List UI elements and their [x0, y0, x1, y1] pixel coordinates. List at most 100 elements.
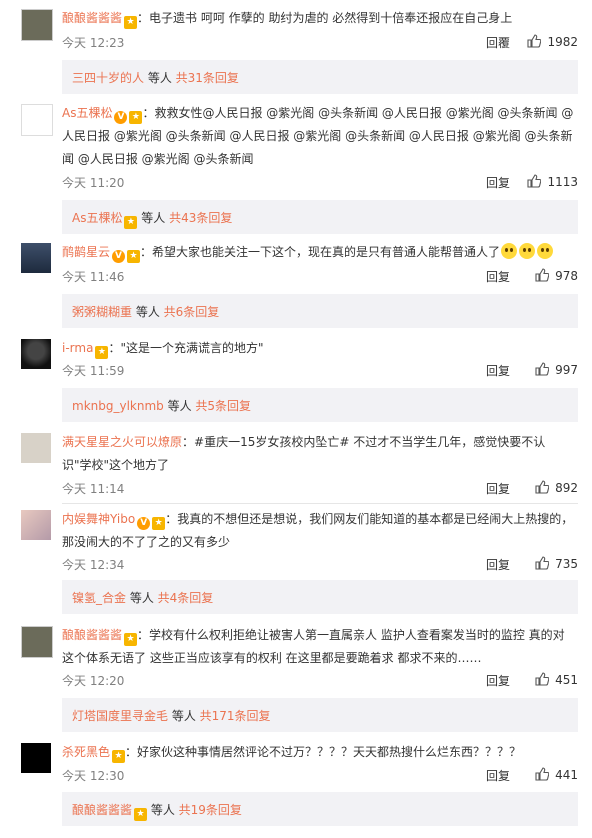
- sub-reply-username[interactable]: 粥粥糊糊重: [72, 305, 132, 319]
- comment-time: 今天 11:20: [62, 176, 125, 190]
- like-button[interactable]: 735: [535, 556, 578, 571]
- member-badge-icon: ★: [127, 250, 141, 263]
- like-count: 1982: [547, 35, 578, 49]
- username-link[interactable]: 鸸鹋星云: [62, 245, 110, 259]
- sub-reply-username[interactable]: 酿酿酱酱酱: [72, 803, 132, 817]
- sub-reply-others: 等人: [137, 211, 170, 225]
- thumbs-up-icon: [535, 767, 550, 781]
- member-badge-icon: ★: [124, 16, 138, 29]
- thumbs-up-icon: [535, 362, 550, 376]
- crying-emoji-icon: [501, 243, 518, 259]
- thumbs-up-icon: [535, 268, 550, 282]
- thumbs-up-icon: [527, 34, 542, 48]
- member-badge-icon: ★: [134, 808, 148, 821]
- sub-reply-count-link[interactable]: 共5条回复: [195, 399, 251, 413]
- like-button[interactable]: 892: [535, 480, 578, 495]
- comment-body: ：电子遗书 呵呵 作孽的 助纣为虐的 必然得到十倍奉还报应在自己身上: [137, 11, 513, 25]
- sub-replies-summary[interactable]: 灯塔国度里寻金毛 等人 共171条回复: [62, 698, 578, 732]
- avatar[interactable]: [21, 104, 53, 136]
- sub-reply-others: 等人: [144, 71, 176, 85]
- comment-text: 内娱舞神Yibo V ★ ：我真的不想但还是想说，我们网友们能知道的基本都是已经闹大上…: [62, 508, 574, 554]
- reply-button[interactable]: 回复: [486, 268, 510, 285]
- reply-button[interactable]: 回覆: [486, 34, 510, 51]
- verified-badge-icon: V: [137, 517, 151, 530]
- sub-reply-count-link[interactable]: 共171条回复: [200, 709, 271, 723]
- sub-replies-summary[interactable]: mknbg_ylknmb 等人 共5条回复: [62, 388, 578, 422]
- sub-replies-summary[interactable]: 镍氢_合金 等人 共4条回复: [62, 580, 578, 614]
- sub-reply-username[interactable]: 镍氢_合金: [72, 591, 126, 605]
- reply-button[interactable]: 回复: [486, 174, 510, 191]
- thumbs-up-icon: [535, 480, 550, 494]
- like-count: 978: [555, 269, 578, 283]
- comment-text: i-rma ★ ："这是一个充满谎言的地方": [62, 337, 574, 360]
- sub-reply-count-link[interactable]: 共31条回复: [176, 71, 239, 85]
- comment-text: 酿酿酱酱酱 ★ ：电子遗书 呵呵 作孽的 助纣为虐的 必然得到十倍奉还报应在自己身上: [62, 7, 574, 30]
- comment-body: ：好家伙这种事情居然评论不过万？？？？天天都热搜什么烂东西？？？？: [125, 745, 522, 759]
- avatar[interactable]: [21, 510, 51, 540]
- comment-text: 杀死黑色 ★ ：好家伙这种事情居然评论不过万？？？？天天都热搜什么烂东西？？？？: [62, 741, 574, 764]
- username-link[interactable]: i-rma: [62, 341, 93, 355]
- sub-reply-username[interactable]: 灯塔国度里寻金毛: [72, 709, 168, 723]
- comment-time: 今天 12:23: [62, 36, 125, 50]
- thumbs-up-icon: [535, 672, 550, 686]
- comment-time: 今天 11:14: [62, 482, 125, 496]
- username-link[interactable]: As五棵松: [62, 106, 112, 120]
- like-count: 441: [555, 768, 578, 782]
- avatar[interactable]: [21, 433, 51, 463]
- like-count: 735: [555, 557, 578, 571]
- sub-reply-others: 等人: [168, 709, 200, 723]
- avatar[interactable]: [21, 243, 51, 273]
- sub-replies-summary[interactable]: 酿酿酱酱酱 ★ 等人 共19条回复: [62, 792, 578, 826]
- reply-button[interactable]: 回复: [486, 767, 510, 784]
- divider: [62, 503, 578, 504]
- avatar[interactable]: [21, 339, 51, 369]
- avatar[interactable]: [21, 743, 51, 773]
- member-badge-icon: ★: [124, 216, 138, 229]
- verified-badge-icon: V: [112, 250, 126, 263]
- sub-reply-username[interactable]: As五棵松: [72, 211, 122, 225]
- reply-button[interactable]: 回复: [486, 480, 510, 497]
- comment-time: 今天 12:30: [62, 769, 125, 783]
- like-button[interactable]: 997: [535, 362, 578, 377]
- comment-time: 今天 12:20: [62, 674, 125, 688]
- sub-reply-count-link[interactable]: 共19条回复: [179, 803, 242, 817]
- crying-emoji-icon: [519, 243, 536, 259]
- comment-body: ：学校有什么权利拒绝让被害人第一直属亲人 监护人查看案发当时的监控 真的对这个体…: [62, 628, 565, 665]
- sub-reply-count-link[interactable]: 共6条回复: [164, 305, 220, 319]
- sub-reply-count-link[interactable]: 共4条回复: [158, 591, 214, 605]
- like-button[interactable]: 978: [535, 268, 578, 283]
- member-badge-icon: ★: [124, 633, 138, 646]
- reply-button[interactable]: 回复: [486, 672, 510, 689]
- username-link[interactable]: 酿酿酱酱酱: [62, 628, 122, 642]
- comment-time: 今天 11:59: [62, 364, 125, 378]
- reply-button[interactable]: 回复: [486, 556, 510, 573]
- avatar[interactable]: [21, 626, 53, 658]
- like-button[interactable]: 451: [535, 672, 578, 687]
- like-button[interactable]: 1113: [527, 174, 578, 189]
- like-count: 892: [555, 481, 578, 495]
- sub-reply-others: 等人: [132, 305, 164, 319]
- comment-time: 今天 12:34: [62, 558, 125, 572]
- username-link[interactable]: 满天星星之火可以燎原: [62, 435, 182, 449]
- comment-time: 今天 11:46: [62, 270, 125, 284]
- like-count: 1113: [547, 175, 578, 189]
- like-button[interactable]: 1982: [527, 34, 578, 49]
- username-link[interactable]: 杀死黑色: [62, 745, 110, 759]
- sub-replies-summary[interactable]: 粥粥糊糊重 等人 共6条回复: [62, 294, 578, 328]
- reply-button[interactable]: 回复: [486, 362, 510, 379]
- sub-replies-summary[interactable]: As五棵松 ★ 等人 共43条回复: [62, 200, 578, 234]
- thumbs-up-icon: [527, 174, 542, 188]
- like-button[interactable]: 441: [535, 767, 578, 782]
- member-badge-icon: ★: [112, 750, 126, 763]
- avatar[interactable]: [21, 9, 53, 41]
- sub-reply-username[interactable]: mknbg_ylknmb: [72, 399, 164, 413]
- username-link[interactable]: 酿酿酱酱酱: [62, 11, 122, 25]
- sub-replies-summary[interactable]: 三四十岁的人 等人 共31条回复: [62, 60, 578, 94]
- member-badge-icon: ★: [129, 111, 143, 124]
- like-count: 997: [555, 363, 578, 377]
- comment-text: 满天星星之火可以燎原：#重庆一15岁女孩校内坠亡# 不过才不当学生几年，感觉快要…: [62, 431, 574, 477]
- username-link[interactable]: 内娱舞神Yibo: [62, 512, 135, 526]
- sub-reply-count-link[interactable]: 共43条回复: [169, 211, 232, 225]
- thumbs-up-icon: [535, 556, 550, 570]
- sub-reply-username[interactable]: 三四十岁的人: [72, 71, 144, 85]
